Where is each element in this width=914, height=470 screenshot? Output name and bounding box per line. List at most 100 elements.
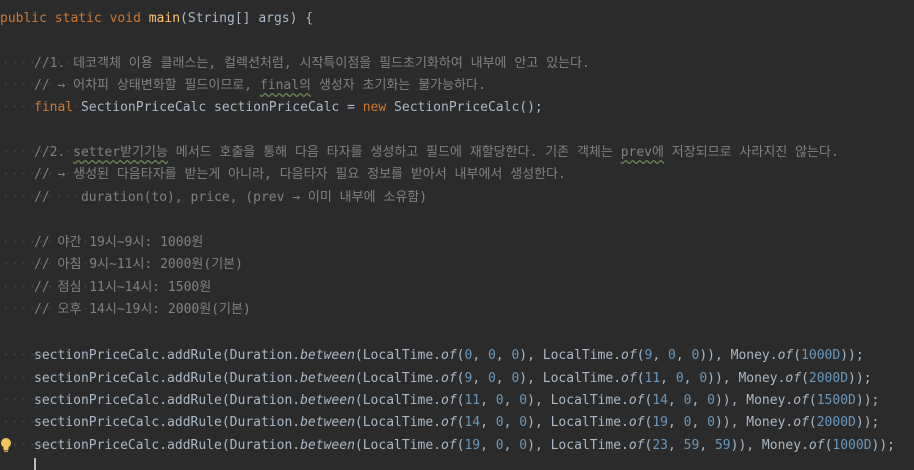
static-method-between: between <box>300 371 355 386</box>
code-line-add-rule[interactable]: sectionPriceCalc.addRule(Duration.betwee… <box>34 390 879 412</box>
static-method-between: between <box>300 438 355 453</box>
comma: , <box>668 393 684 408</box>
number-literal: 19 <box>652 415 668 430</box>
code-line-rate-4[interactable]: // 오후 14시~19시: 2000원(기본) <box>34 299 251 321</box>
call-text: ), Money. <box>738 438 809 453</box>
number-literal: 0 <box>519 438 528 453</box>
call-text: ), Money. <box>722 393 794 408</box>
code-line-signature[interactable]: public static void main(String[] args) { <box>0 8 313 30</box>
comment-text: 저장되므로 사라지진 않는다. <box>663 145 839 160</box>
number-literal: 0 <box>487 371 496 386</box>
code-line-rate-1[interactable]: // 야간 19시~9시: 1000원 <box>34 232 203 254</box>
call-text: (LocalTime. <box>354 393 441 408</box>
call-text: , LocalTime. <box>527 348 622 363</box>
number-literal: 23 <box>652 438 668 453</box>
paren: ) <box>714 393 723 408</box>
paren: ( <box>808 393 817 408</box>
keyword-void: void <box>109 11 141 26</box>
comma: , <box>683 371 700 386</box>
code-line-comment-3[interactable]: //2. setter받기기능 메서드 호출을 통해 다음 타자를 생성하고 필… <box>34 142 839 164</box>
code-line-final-decl[interactable]: final SectionPriceCalc sectionPriceCalc … <box>34 97 543 119</box>
lightbulb-icon[interactable] <box>0 437 12 453</box>
comma: , <box>495 371 512 386</box>
comma: , <box>652 348 668 363</box>
comment-text: // 오후 14시~19시: 2000원(기본) <box>34 302 251 317</box>
call-receiver: sectionPriceCalc.addRule(Duration. <box>34 415 301 430</box>
comment-typo-word: prev에 <box>620 145 664 160</box>
call-end: )); <box>855 415 880 430</box>
comma: , <box>472 371 488 386</box>
number-literal: 0 <box>519 393 528 408</box>
keyword-static: static <box>54 11 102 26</box>
declaration-text: SectionPriceCalc sectionPriceCalc = <box>73 100 363 115</box>
method-name: main <box>148 11 181 26</box>
number-literal: 0 <box>675 371 684 386</box>
code-line-rate-2[interactable]: // 아침 9시~11시: 2000원(기본) <box>34 254 243 276</box>
comma: , <box>668 415 684 430</box>
keyword-public: public <box>0 11 47 26</box>
number-literal: 0 <box>495 415 504 430</box>
call-text: ), Money. <box>707 348 778 363</box>
code-line-add-rule[interactable]: sectionPriceCalc.addRule(Duration.betwee… <box>34 368 872 390</box>
number-literal: 0 <box>495 438 504 453</box>
number-literal: 0 <box>495 393 504 408</box>
code-editor[interactable]: public static void main(String[] args) {… <box>0 0 914 470</box>
comment-typo-word: final의 <box>259 78 312 93</box>
comma: , <box>480 393 496 408</box>
comma: , <box>503 415 520 430</box>
comma: , <box>691 415 708 430</box>
number-literal: 14 <box>652 393 668 408</box>
comma: , <box>480 438 496 453</box>
call-end: )); <box>871 438 896 453</box>
comment-text: //2. <box>34 145 74 160</box>
code-line-comment-5[interactable]: // duration(to), price, (prev → 이미 내부에 소… <box>34 187 427 209</box>
number-literal: 0 <box>519 415 528 430</box>
comment-text: // 아침 9시~11시: 2000원(기본) <box>34 257 243 272</box>
number-literal: 59 <box>683 438 700 453</box>
call-end: )); <box>848 371 872 386</box>
call-receiver: sectionPriceCalc.addRule(Duration. <box>34 371 301 386</box>
paren: ) <box>714 415 723 430</box>
comment-text: // → 어차피 상태변화할 필드이므로, <box>34 78 260 93</box>
call-text: ), Money. <box>714 371 786 386</box>
static-method-of: of <box>628 393 645 408</box>
code-line-add-rule[interactable]: sectionPriceCalc.addRule(Duration.betwee… <box>34 345 864 367</box>
comment-text: 생성자 초기화는 불가능하다. <box>311 78 486 93</box>
comment-text: // 점심 11시~14시: 1500원 <box>34 280 212 295</box>
static-method-between: between <box>300 393 355 408</box>
static-method-of: of <box>441 371 457 386</box>
keyword-new: new <box>362 100 387 115</box>
comment-typo-word: setter받기기능 <box>73 145 168 160</box>
call-end: )); <box>840 348 864 363</box>
comma: , <box>472 348 488 363</box>
paren: ( <box>801 371 809 386</box>
call-text: , LocalTime. <box>527 371 622 386</box>
comma: , <box>480 415 496 430</box>
call-text: ), Money. <box>722 415 794 430</box>
code-line-comment-1[interactable]: //1. 데코객체 이용 클래스는, 컬렉션처럼, 시작특이점을 필드초기화하여… <box>34 53 590 75</box>
code-line-comment-4[interactable]: // → 생성된 다음타자를 받는게 아니라, 다음타자 필요 정보를 받아서 … <box>34 164 566 186</box>
code-line-add-rule[interactable]: sectionPriceCalc.addRule(Duration.betwee… <box>34 435 895 457</box>
number-literal: 2000D <box>808 371 849 386</box>
call-end: )); <box>855 393 880 408</box>
number-literal: 2000D <box>816 415 856 430</box>
comment-text: // 야간 19시~9시: 1000원 <box>34 235 204 250</box>
static-method-of: of <box>441 393 457 408</box>
code-line-rate-3[interactable]: // 점심 11시~14시: 1500원 <box>34 277 211 299</box>
number-literal: 11 <box>464 393 481 408</box>
code-line-comment-2[interactable]: // → 어차피 상태변화할 필드이므로, final의 생성자 초기화는 불가… <box>34 75 486 97</box>
call-text: (LocalTime. <box>354 438 441 453</box>
static-method-between: between <box>300 348 355 363</box>
comma: , <box>699 438 715 453</box>
comma: , <box>691 393 708 408</box>
call-text: (LocalTime. <box>354 348 441 363</box>
code-line-add-rule[interactable]: sectionPriceCalc.addRule(Duration.betwee… <box>34 412 879 434</box>
call-text: (LocalTime. <box>354 371 441 386</box>
paren: ) <box>519 348 528 363</box>
keyword-final: final <box>34 100 74 115</box>
paren: ) <box>699 348 708 363</box>
method-params: (String[] args) { <box>180 11 314 26</box>
comma: , <box>503 393 520 408</box>
paren: ) <box>527 438 535 453</box>
number-literal: 14 <box>464 415 481 430</box>
